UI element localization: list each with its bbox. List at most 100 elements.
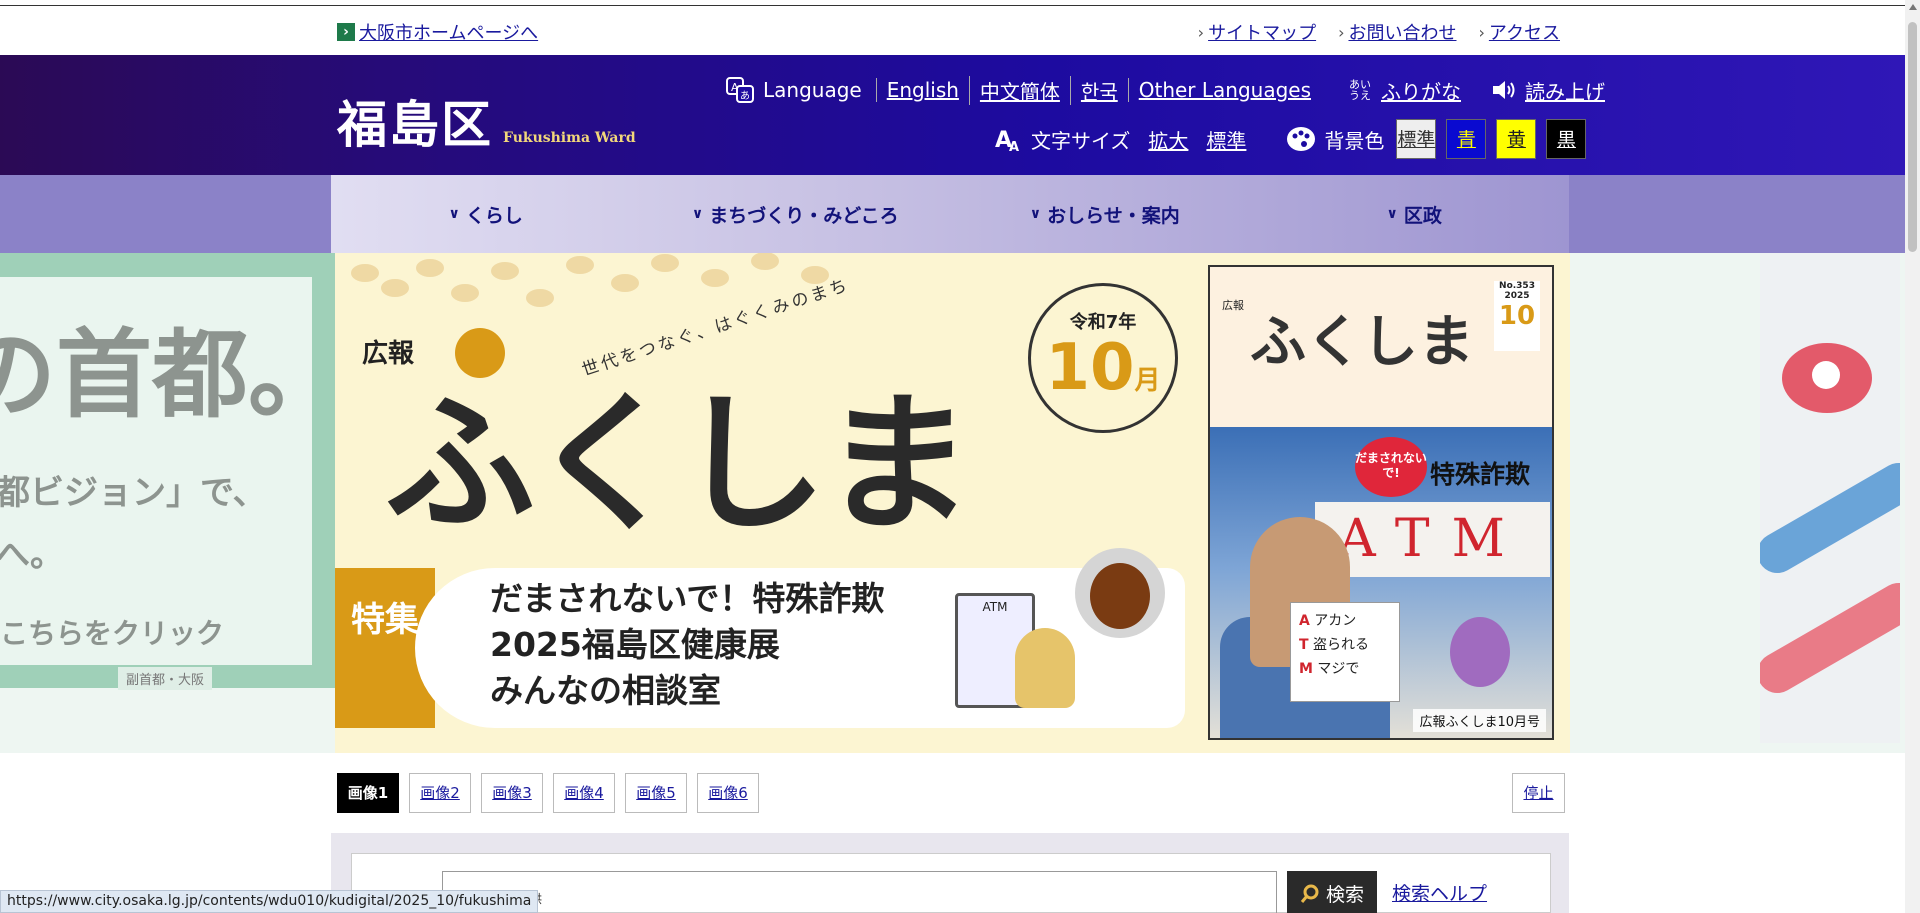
current-slide-kouhou-fukushima[interactable]: 広報 世代をつなぐ、はぐくみのまち ふくしま 令和7年 10月 特集 だまされな… <box>335 253 1570 753</box>
furigana-link[interactable]: ふりがな <box>1381 76 1461 105</box>
next-slide-graphic <box>1782 343 1872 413</box>
cover-issue-number: No.353 2025 10 <box>1494 281 1540 351</box>
chevron-right-icon: › <box>337 23 355 41</box>
read-aloud-toggle[interactable]: 読み上げ <box>1491 76 1605 105</box>
language-row: A あ Language English 中文簡体 한국 Other Langu… <box>725 73 1605 107</box>
contact-link-text[interactable]: お問い合わせ <box>1348 19 1456 45</box>
cover-top: 広報 ふくしま No.353 2025 10 <box>1210 267 1552 427</box>
scroll-up-arrow-icon[interactable] <box>1909 4 1917 10</box>
access-link[interactable]: › アクセス <box>1478 19 1560 45</box>
lang-english[interactable]: English <box>875 78 969 102</box>
cover-month: 10 <box>1498 301 1536 331</box>
prev-slide-banner[interactable]: の首都。 都ビジョン」で、 へ。 こちらをクリック 副首都・大阪 <box>0 253 344 690</box>
read-aloud-link[interactable]: 読み上げ <box>1525 76 1605 105</box>
prev-slide-text: 都ビジョン」で、 <box>0 473 267 513</box>
chevron-down-icon: ∨ <box>1029 206 1042 222</box>
site-logo[interactable]: 福島区 Fukushima Ward <box>337 85 636 157</box>
search-help-link[interactable]: 検索ヘルプ <box>1392 879 1487 906</box>
slide-button-3[interactable]: 画像3 <box>481 773 543 813</box>
bg-black-button[interactable]: 黒 <box>1546 119 1587 159</box>
search-icon <box>1300 884 1319 903</box>
furigana-icon: あい うえ <box>1349 78 1371 102</box>
chevron-down-icon: ∨ <box>1386 206 1398 222</box>
slide-button-2[interactable]: 画像2 <box>409 773 471 813</box>
prev-slide-text-2: へ。 <box>0 535 64 575</box>
sign-line: 盗られる <box>1313 637 1370 653</box>
access-link-text[interactable]: アクセス <box>1489 19 1560 45</box>
prev-slide-click-text: こちらをクリック <box>0 617 225 650</box>
text-size-icon: A A <box>995 128 1019 153</box>
next-slide-stripe <box>1760 575 1900 701</box>
slide-button-5[interactable]: 画像5 <box>625 773 687 813</box>
text-size-label: A A 文字サイズ <box>995 125 1130 154</box>
nav-item-kusei[interactable]: ∨ 区政 <box>1260 175 1570 253</box>
lang-chinese[interactable]: 中文簡体 <box>968 75 1070 105</box>
feature-box: 特集 だまされないで！特殊詐欺 2025福島区健康展 みんなの相談室 ATM <box>335 548 1185 728</box>
utility-bar: › 大阪市ホームページへ › サイトマップ › お問い合わせ › アクセス <box>0 6 1905 55</box>
nav-item-label: 区政 <box>1403 204 1442 227</box>
slide-selector: 画像1 画像2 画像3 画像4 画像5 画像6 <box>337 773 759 813</box>
furigana-toggle[interactable]: あい うえ ふりがな <box>1345 76 1461 105</box>
bg-blue-button[interactable]: 青 <box>1446 119 1487 159</box>
nav-item-kurashi[interactable]: ∨ くらし <box>331 175 641 253</box>
text-size-standard[interactable]: 標準 <box>1206 125 1246 154</box>
bg-yellow-button[interactable]: 黄 <box>1496 119 1537 159</box>
atm-illustration-label: ATM <box>982 600 1008 614</box>
utility-links: › サイトマップ › お問い合わせ › アクセス <box>1198 19 1560 45</box>
page-scrollbar[interactable] <box>1905 0 1920 913</box>
next-slide-stripe <box>1760 455 1900 581</box>
scroll-thumb[interactable] <box>1908 22 1917 252</box>
slide-button-1[interactable]: 画像1 <box>337 773 399 813</box>
speaker-icon <box>1493 81 1515 99</box>
feature-item: 2025福島区健康展 <box>490 625 780 664</box>
slider-stop-button[interactable]: 停止 <box>1512 773 1565 813</box>
sign-initial: M <box>1299 661 1313 677</box>
chevron-right-icon: › <box>1197 22 1205 42</box>
prev-slide-tag: 副首都・大阪 <box>118 667 213 690</box>
sitemap-link-text[interactable]: サイトマップ <box>1208 19 1316 45</box>
osaka-home-link[interactable]: › 大阪市ホームページへ <box>337 19 538 45</box>
cover-atm-banner: ATM <box>1315 502 1550 577</box>
bg-color-label: 背景色 <box>1286 125 1384 154</box>
scammer-illustration <box>1075 548 1165 638</box>
chevron-down-icon: ∨ <box>691 206 704 222</box>
next-slide-banner[interactable] <box>1570 253 1905 753</box>
language-label: A あ Language <box>725 75 862 105</box>
osaka-home-link-text[interactable]: 大阪市ホームページへ <box>359 19 538 45</box>
slide-button-4[interactable]: 画像4 <box>553 773 615 813</box>
palette-icon <box>1287 127 1316 151</box>
cover-sign: A アカン T 盗られる M マジで <box>1290 602 1400 702</box>
svg-text:A: A <box>1009 140 1019 153</box>
svg-text:あ: あ <box>740 90 750 102</box>
lang-other[interactable]: Other Languages <box>1127 78 1321 102</box>
display-settings-row: A A 文字サイズ 拡大 標準 背景色 標準 青 黄 黒 <box>995 118 1587 160</box>
sitemap-link[interactable]: › サイトマップ <box>1198 19 1316 45</box>
prev-slide-inner: の首都。 都ビジョン」で、 へ。 こちらをクリック 副首都・大阪 <box>0 277 344 690</box>
nav-item-label: くらし <box>465 204 523 227</box>
nav-item-machizukuri[interactable]: ∨ まちづくり・みどころ <box>641 175 951 253</box>
nav-item-label: まちづくり・みどころ <box>709 204 899 227</box>
nav-item-label: おしらせ・案内 <box>1047 204 1180 227</box>
chevron-right-icon: › <box>1478 22 1485 42</box>
issue-month-number: 10 <box>1045 331 1135 405</box>
lang-korean[interactable]: 한국 <box>1069 75 1128 105</box>
magazine-title: ふくしま <box>385 378 973 552</box>
browser-status-url: https://www.city.osaka.lg.jp/contents/wd… <box>0 890 539 913</box>
nav-item-oshirase[interactable]: ∨ おしらせ・案内 <box>950 175 1260 253</box>
search-button[interactable]: 検索 <box>1287 871 1377 913</box>
next-slide-inner <box>1760 253 1900 743</box>
text-size-enlarge[interactable]: 拡大 <box>1148 125 1188 154</box>
chevron-right-icon: › <box>1338 22 1345 42</box>
translate-icon: A あ <box>726 77 754 103</box>
bg-standard-button[interactable]: 標準 <box>1396 119 1437 159</box>
cover-mascot <box>1450 617 1510 687</box>
global-nav: ∨ くらし ∨ まちづくり・みどころ ∨ おしらせ・案内 ∨ 区政 <box>331 175 1569 253</box>
sign-line: アカン <box>1314 613 1357 629</box>
sign-initial: T <box>1299 637 1309 653</box>
contact-link[interactable]: › お問い合わせ <box>1338 19 1456 45</box>
search-input[interactable]: 提供 <box>442 871 1277 913</box>
magazine-cover: 広報 ふくしま No.353 2025 10 だまされないで! 特殊詐欺 ATM… <box>1208 265 1554 740</box>
slide-button-6[interactable]: 画像6 <box>697 773 759 813</box>
sign-initial: A <box>1299 613 1310 629</box>
cover-no: No.353 <box>1499 281 1535 291</box>
